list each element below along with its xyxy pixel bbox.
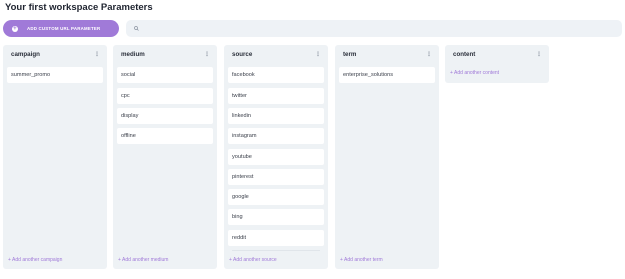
column-title: term (343, 50, 357, 58)
column-source: source ⋮ facebook twitter linkedin insta… (224, 45, 328, 269)
divider (232, 250, 320, 251)
add-source-link[interactable]: + Add another source (229, 257, 277, 263)
plus-icon: + (12, 25, 18, 32)
parameter-card[interactable]: display (117, 108, 213, 124)
column-content: content ⋮ + Add another content (445, 45, 549, 83)
column-menu-icon[interactable]: ⋮ (426, 51, 432, 58)
column-header: campaign ⋮ (3, 45, 107, 63)
page-title: Your first workspace Parameters (5, 2, 153, 13)
add-campaign-link[interactable]: + Add another campaign (8, 257, 62, 263)
column-title: medium (121, 50, 145, 58)
column-header: source ⋮ (224, 45, 328, 63)
search-icon (134, 26, 139, 31)
column-header: medium ⋮ (113, 45, 217, 63)
column-menu-icon[interactable]: ⋮ (94, 51, 100, 58)
column-title: campaign (11, 50, 40, 58)
parameter-card[interactable]: twitter (228, 88, 324, 104)
parameter-card[interactable]: facebook (228, 67, 324, 83)
parameter-card[interactable]: social (117, 67, 213, 83)
parameter-card[interactable]: summer_promo (7, 67, 103, 83)
column-title: content (453, 50, 476, 58)
parameter-card[interactable]: enterprise_solutions (339, 67, 435, 83)
parameter-card[interactable]: bing (228, 209, 324, 225)
column-header: term ⋮ (335, 45, 439, 63)
column-title: source (232, 50, 253, 58)
parameter-card[interactable]: cpc (117, 88, 213, 104)
parameter-card[interactable]: pinterest (228, 169, 324, 185)
column-menu-icon[interactable]: ⋮ (315, 51, 321, 58)
column-medium: medium ⋮ social cpc display offline + Ad… (113, 45, 217, 269)
parameter-card[interactable]: offline (117, 128, 213, 144)
add-medium-link[interactable]: + Add another medium (118, 257, 168, 263)
parameter-card[interactable]: youtube (228, 149, 324, 165)
search-input[interactable] (143, 25, 603, 32)
add-custom-url-parameter-label: ADD CUSTOM URL PARAMETER (27, 26, 101, 31)
parameter-card[interactable]: google (228, 189, 324, 205)
parameter-card[interactable]: linkedin (228, 108, 324, 124)
column-term: term ⋮ enterprise_solutions + Add anothe… (335, 45, 439, 269)
add-custom-url-parameter-button[interactable]: + ADD CUSTOM URL PARAMETER (3, 20, 119, 37)
column-menu-icon[interactable]: ⋮ (536, 51, 542, 58)
column-menu-icon[interactable]: ⋮ (204, 51, 210, 58)
parameter-card[interactable]: instagram (228, 128, 324, 144)
column-campaign: campaign ⋮ summer_promo + Add another ca… (3, 45, 107, 269)
column-header: content ⋮ (445, 45, 549, 63)
search-bar[interactable] (126, 20, 622, 37)
add-content-link[interactable]: + Add another content (450, 70, 499, 76)
add-term-link[interactable]: + Add another term (340, 257, 383, 263)
parameter-card[interactable]: reddit (228, 230, 324, 246)
